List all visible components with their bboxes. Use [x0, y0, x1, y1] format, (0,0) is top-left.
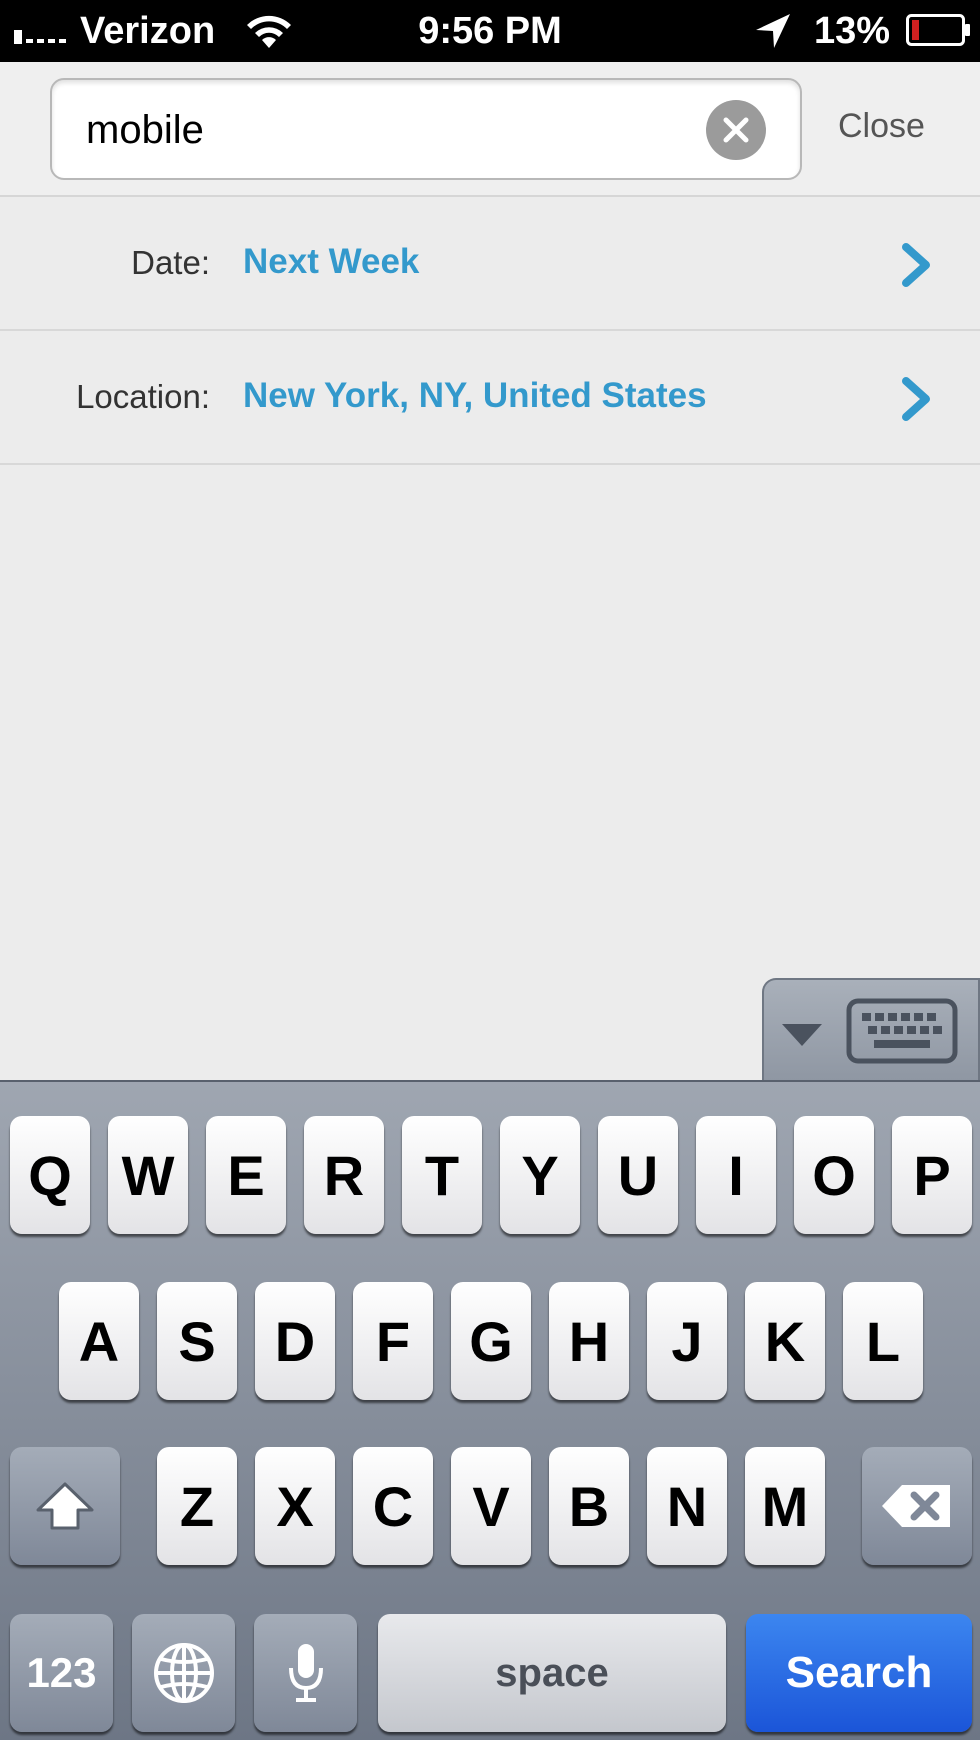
search-input[interactable] [86, 102, 726, 158]
search-header: Close [0, 62, 980, 197]
key-b[interactable]: B [549, 1447, 629, 1565]
key-d[interactable]: D [255, 1282, 335, 1400]
hide-keyboard-button[interactable] [762, 978, 980, 1080]
key-v[interactable]: V [451, 1447, 531, 1565]
chevron-right-icon [898, 375, 934, 428]
location-filter-row[interactable]: Location: New York, NY, United States [0, 333, 980, 465]
key-a[interactable]: A [59, 1282, 139, 1400]
key-u[interactable]: U [598, 1116, 678, 1234]
key-r[interactable]: R [304, 1116, 384, 1234]
key-t[interactable]: T [402, 1116, 482, 1234]
clear-circle-x-icon [723, 117, 749, 143]
key-j[interactable]: J [647, 1282, 727, 1400]
chevron-right-icon [898, 241, 934, 294]
key-h[interactable]: H [549, 1282, 629, 1400]
date-label: Date: [131, 244, 210, 281]
key-m[interactable]: M [745, 1447, 825, 1565]
location-label: Location: [76, 378, 210, 415]
battery-icon [906, 14, 972, 51]
status-bar: Verizon 9:56 PM 13% [0, 0, 980, 62]
search-field[interactable] [50, 78, 802, 180]
numbers-key[interactable]: 123 [10, 1614, 113, 1732]
microphone-key[interactable] [254, 1614, 357, 1732]
date-filter-row[interactable]: Date: Next Week [0, 199, 980, 331]
triangle-down-icon [782, 1024, 822, 1051]
key-l[interactable]: L [843, 1282, 923, 1400]
date-value: Next Week [243, 242, 420, 281]
shift-key[interactable] [10, 1447, 120, 1565]
key-p[interactable]: P [892, 1116, 972, 1234]
backspace-icon [882, 1485, 950, 1527]
hide-keyboard-icon [846, 998, 958, 1069]
key-c[interactable]: C [353, 1447, 433, 1565]
key-e[interactable]: E [206, 1116, 286, 1234]
space-key[interactable]: space [378, 1614, 726, 1732]
location-value: New York, NY, United States [243, 376, 707, 415]
key-w[interactable]: W [108, 1116, 188, 1234]
battery-percentage: 13% [814, 10, 891, 52]
location-arrow-icon [754, 12, 792, 55]
key-i[interactable]: I [696, 1116, 776, 1234]
key-s[interactable]: S [157, 1282, 237, 1400]
close-button[interactable]: Close [838, 106, 925, 146]
key-n[interactable]: N [647, 1447, 727, 1565]
search-key[interactable]: Search [746, 1614, 972, 1732]
key-f[interactable]: F [353, 1282, 433, 1400]
key-y[interactable]: Y [500, 1116, 580, 1234]
globe-icon [153, 1643, 214, 1703]
key-k[interactable]: K [745, 1282, 825, 1400]
key-z[interactable]: Z [157, 1447, 237, 1565]
shift-arrow-icon [36, 1482, 94, 1530]
key-q[interactable]: Q [10, 1116, 90, 1234]
globe-key[interactable] [132, 1614, 235, 1732]
clear-search-button[interactable] [706, 100, 766, 160]
key-o[interactable]: O [794, 1116, 874, 1234]
microphone-icon [288, 1644, 323, 1702]
backspace-key[interactable] [862, 1447, 972, 1565]
key-x[interactable]: X [255, 1447, 335, 1565]
key-g[interactable]: G [451, 1282, 531, 1400]
keyboard: Q W E R T Y U I O P A S D F G H J K L Z … [0, 1080, 980, 1740]
